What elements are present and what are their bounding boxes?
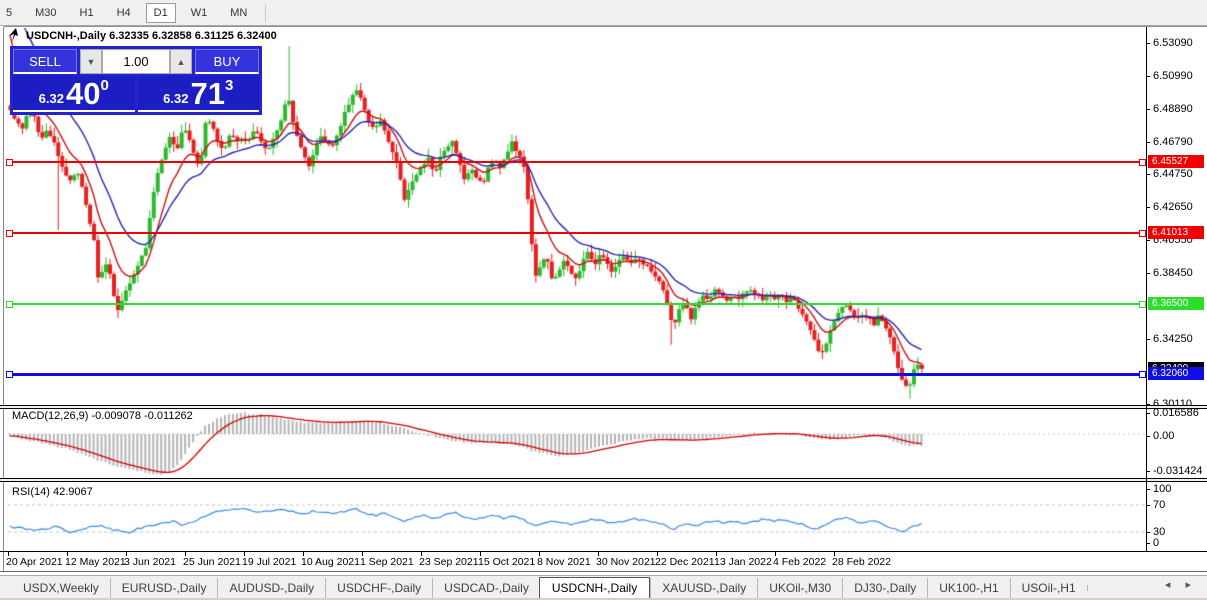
buy-price-main: 71 (190, 76, 225, 111)
horizontal-level-line-6.45527[interactable] (8, 160, 1146, 163)
buy-button[interactable]: BUY (195, 49, 259, 74)
date-axis-label: 25 Jun 2021 (183, 556, 241, 568)
chart-tab-ukoil-m30[interactable]: UKOil-,M30 (757, 577, 842, 598)
price-axis-line (1146, 27, 1147, 551)
level-price-badge: 6.36500 (1148, 296, 1204, 310)
timeframe-toolbar: 5 M30 H1 H4 D1 W1 MN (0, 0, 1207, 26)
level-line-anchor[interactable] (6, 370, 13, 378)
price-axis-label: 6.46790 (1153, 136, 1193, 149)
price-axis-label: 6.34250 (1153, 333, 1193, 346)
one-click-trading-panel: SELL ▼ 1.00 ▲ BUY 6.32 40 0 6.32 71 3 (10, 46, 262, 115)
horizontal-level-line-6.41013[interactable] (8, 231, 1146, 234)
volume-decrease-button[interactable]: ▼ (80, 49, 102, 74)
chart-tab-uk100-h1[interactable]: UK100-,H1 (927, 577, 1009, 598)
rsi-axis-label: 0 (1153, 537, 1160, 549)
chart-tab-eurusd-daily[interactable]: EURUSD-,Daily (109, 577, 218, 598)
date-axis-label: 12 May 2021 (65, 556, 126, 568)
rsi-axis-label: 100 (1153, 483, 1172, 495)
chart-tab-audusd-daily[interactable]: AUDUSD-,Daily (217, 577, 325, 598)
level-line-anchor[interactable] (6, 229, 13, 237)
buy-price-prefix: 6.32 (163, 91, 189, 106)
sell-price-pip: 0 (100, 77, 109, 94)
sell-price-main: 40 (65, 76, 101, 111)
mt4-window: 5 M30 H1 H4 D1 W1 MN USDCNH-,Daily 6.32335 6.3… (0, 0, 1207, 600)
level-price-badge: 6.45527 (1148, 154, 1204, 168)
chart-tab-usdx-weekly[interactable]: USDX,Weekly (12, 578, 110, 598)
date-axis-label: 13 Jan 2022 (714, 556, 772, 568)
horizontal-level-line-6.32060[interactable] (8, 372, 1146, 376)
level-line-anchor[interactable] (6, 158, 13, 166)
sell-price-button[interactable]: 6.32 40 0 (13, 76, 135, 112)
pane-separator-line (0, 408, 1207, 409)
level-line-anchor[interactable] (1139, 300, 1146, 308)
cursor-arrow-icon (9, 28, 18, 42)
sell-price-prefix: 6.32 (38, 91, 64, 106)
horizontal-level-line-6.36500[interactable] (8, 302, 1146, 305)
date-axis-label: 30 Nov 2021 (596, 556, 656, 568)
date-axis-label: 20 Apr 2021 (6, 556, 63, 568)
rsi-indicator-label: RSI(14) 42.9067 (12, 486, 93, 498)
timeframe-button-d1[interactable]: D1 (145, 2, 176, 23)
macd-axis-label: 0.00 (1153, 430, 1175, 442)
date-axis-label: 4 Feb 2022 (773, 556, 827, 568)
buy-price-button[interactable]: 6.32 71 3 (137, 76, 259, 112)
chart-tab-dj30-daily[interactable]: DJ30-,Daily (842, 577, 927, 598)
macd-axis-label: -0.031424 (1153, 465, 1203, 477)
buy-price-pip: 3 (224, 77, 234, 94)
date-axis-label: 1 Sep 2021 (360, 556, 414, 568)
price-axis-label: 6.48890 (1153, 103, 1193, 116)
timeframe-button-5[interactable]: 5 (0, 3, 20, 23)
sell-button[interactable]: SELL (13, 49, 77, 74)
price-axis-label: 6.44750 (1153, 168, 1193, 181)
level-line-anchor[interactable] (1139, 370, 1146, 378)
chart-bottom-border (0, 551, 1207, 552)
date-axis-label: 10 Aug 2021 (301, 556, 360, 568)
rsi-axis-label: 70 (1153, 499, 1166, 511)
window-bottom-border (0, 571, 1207, 572)
chart-tab-usdcad-daily[interactable]: USDCAD-,Daily (432, 577, 540, 598)
window-left-border (3, 27, 4, 571)
toolbar-separator (265, 3, 267, 22)
date-axis-label: 19 Jul 2021 (242, 556, 297, 568)
date-axis-label: 15 Oct 2021 (478, 556, 536, 568)
timeframe-button-h1[interactable]: H1 (72, 3, 102, 23)
chart-tab-usoil-h1[interactable]: USOil-,H1 (1009, 577, 1087, 598)
price-axis-label: 6.38450 (1153, 267, 1193, 280)
volume-increase-button[interactable]: ▲ (170, 49, 192, 74)
chart-tab-usdchf-daily[interactable]: USDCHF-,Daily (325, 577, 432, 598)
tab-separator-end (1086, 584, 1110, 591)
volume-input[interactable]: 1.00 (102, 49, 170, 74)
timeframe-button-mn[interactable]: MN (222, 3, 255, 23)
macd-indicator-label: MACD(12,26,9) -0.009078 -0.011262 (12, 410, 193, 422)
chart-title: USDCNH-,Daily 6.32335 6.32858 6.31125 6.… (26, 30, 277, 42)
date-axis-label: 28 Feb 2022 (832, 556, 891, 568)
price-axis-label: 6.50990 (1153, 70, 1193, 83)
timeframe-button-w1[interactable]: W1 (183, 3, 216, 23)
level-line-anchor[interactable] (6, 300, 13, 308)
price-axis-label: 6.53090 (1153, 37, 1193, 49)
timeframe-button-m30[interactable]: M30 (27, 3, 64, 23)
chart-tab-bar: USDX,Weekly EURUSD-,Daily AUDUSD-,Daily USD… (0, 575, 1207, 599)
pane-separator-line (0, 481, 1207, 482)
level-price-badge: 6.32060 (1148, 366, 1204, 380)
tab-scroll-arrows[interactable]: ◂ ▸ (1165, 578, 1197, 591)
chart-tab-xauusd-daily[interactable]: XAUUSD-,Daily (650, 577, 757, 598)
level-line-anchor[interactable] (1139, 229, 1146, 237)
chart-tab-usdcnh-daily[interactable]: USDCNH-,Daily (538, 576, 651, 599)
date-axis-label: 23 Sep 2021 (419, 556, 479, 568)
level-price-badge: 6.41013 (1148, 225, 1204, 239)
price-axis-label: 6.42650 (1153, 201, 1193, 214)
date-axis-label: 22 Dec 2021 (655, 556, 715, 568)
timeframe-button-h4[interactable]: H4 (109, 3, 139, 23)
date-axis-label: 8 Nov 2021 (537, 556, 591, 568)
level-line-anchor[interactable] (1139, 158, 1146, 166)
date-axis-label: 3 Jun 2021 (124, 556, 176, 568)
